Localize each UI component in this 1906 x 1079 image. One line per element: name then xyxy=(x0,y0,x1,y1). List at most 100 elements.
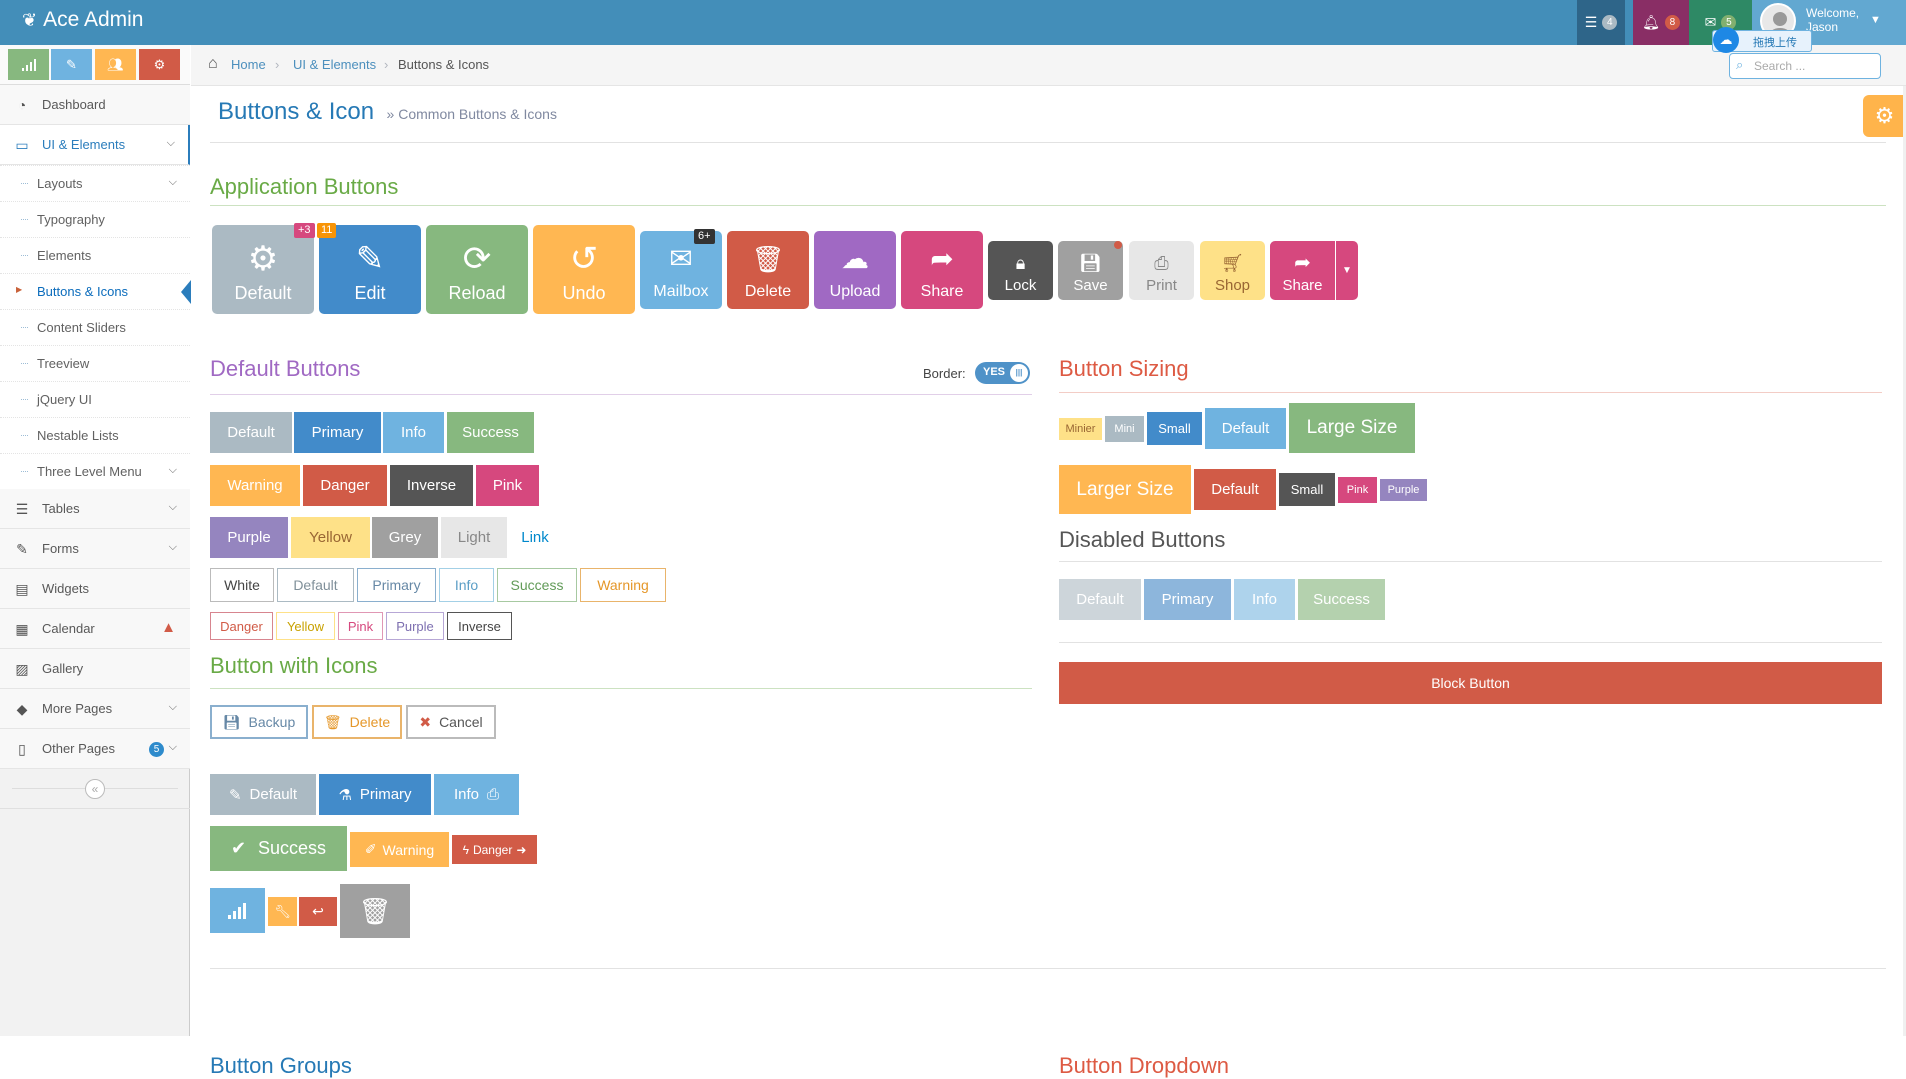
btn-danger[interactable]: Danger xyxy=(303,465,387,506)
signal-icon xyxy=(21,58,36,71)
btn-size-small[interactable]: Small xyxy=(1147,412,1202,445)
btn-white-default[interactable]: Default xyxy=(277,568,354,602)
app-button-edit[interactable]: ✎ Edit xyxy=(319,225,421,314)
btn-pink[interactable]: Pink xyxy=(476,465,539,506)
btn-size-default[interactable]: Default xyxy=(1205,408,1286,449)
app-button-share[interactable]: ➦ Share xyxy=(901,231,983,309)
sidebar-subitem-content-sliders[interactable]: Content Sliders xyxy=(0,309,190,345)
sidebar-item-other-pages[interactable]: ▯ Other Pages 5 ⌵ xyxy=(0,729,190,769)
sidebar-item-widgets[interactable]: ▤ Widgets xyxy=(0,569,190,609)
sidebar-item-gallery[interactable]: ▨ Gallery xyxy=(0,649,190,689)
sidebar-subitem-buttons-icons[interactable]: ▶ Buttons & Icons xyxy=(0,273,191,309)
wrench-button[interactable]: 🔧︎ xyxy=(268,897,297,926)
double-angle-left-icon[interactable]: « xyxy=(85,779,105,799)
sidebar-subitem-typography[interactable]: Typography xyxy=(0,201,190,237)
btn-size-purple[interactable]: Purple xyxy=(1380,479,1427,501)
btn-white-white[interactable]: White xyxy=(210,568,274,602)
sidebar-subitem-jquery-ui[interactable]: jQuery UI xyxy=(0,381,190,417)
arrow-right-icon: ➜ xyxy=(516,842,527,857)
share-dropdown-toggle[interactable]: ▼ xyxy=(1336,241,1358,300)
btn-size-larger[interactable]: Larger Size xyxy=(1059,465,1191,514)
breadcrumb-ui-elements[interactable]: UI & Elements xyxy=(293,57,376,72)
btn-size-small-inverse[interactable]: Small xyxy=(1279,473,1335,506)
btn-link[interactable]: Link xyxy=(510,517,560,558)
shortcut-stats[interactable] xyxy=(8,49,49,80)
breadcrumb-home[interactable]: Home xyxy=(231,57,266,72)
btn-white-warning[interactable]: Warning xyxy=(580,568,666,602)
btn-success[interactable]: Success xyxy=(447,412,534,453)
app-button-undo[interactable]: ↺ Undo xyxy=(533,225,635,314)
shortcut-users[interactable]: 👥︎ xyxy=(95,49,136,80)
btn-white-primary[interactable]: Primary xyxy=(357,568,436,602)
app-button-lock[interactable]: 🔒︎ Lock xyxy=(988,241,1053,300)
btn-size-mini[interactable]: Mini xyxy=(1105,416,1144,442)
app-button-save[interactable]: 💾︎ Save xyxy=(1058,241,1123,300)
border-toggle[interactable]: YES ||| xyxy=(975,362,1030,384)
badge-6plus: 6+ xyxy=(694,229,715,244)
sidebar-item-ui-elements[interactable]: ▭ UI & Elements ⌵ xyxy=(0,125,190,165)
tasks-button[interactable]: ☰ 4 xyxy=(1577,0,1625,45)
btn-size-default-danger[interactable]: Default xyxy=(1194,469,1276,510)
sidebar-item-more-pages[interactable]: ◆ More Pages ⌵ xyxy=(0,689,190,729)
btn-warning[interactable]: Warning xyxy=(210,465,300,506)
app-button-delete[interactable]: 🗑︎ Delete xyxy=(727,231,809,309)
btn-white-yellow[interactable]: Yellow xyxy=(276,612,335,640)
welcome-text: Welcome, Jason xyxy=(1806,6,1860,34)
settings-toggle[interactable]: ⚙ xyxy=(1863,95,1906,137)
btn-primary[interactable]: Primary xyxy=(294,412,381,453)
icon-btn-info[interactable]: Info ⎙ xyxy=(434,774,519,815)
btn-grey[interactable]: Grey xyxy=(372,517,438,558)
app-button-upload[interactable]: ☁ Upload xyxy=(814,231,896,309)
btn-white-danger[interactable]: Danger xyxy=(210,612,273,640)
sidebar-item-tables[interactable]: ☰ Tables ⌵ xyxy=(0,489,190,529)
btn-white-purple[interactable]: Purple xyxy=(386,612,444,640)
delete-button[interactable]: 🗑︎ Delete xyxy=(312,705,402,739)
btn-size-minier[interactable]: Minier xyxy=(1059,418,1102,440)
btn-light[interactable]: Light xyxy=(441,517,507,558)
brand-logo[interactable]: ❦ Ace Admin xyxy=(22,8,143,32)
icon-btn-primary[interactable]: ⚗ Primary xyxy=(319,774,431,815)
signal-button[interactable] xyxy=(210,888,265,933)
app-button-reload[interactable]: ⟳ Reload xyxy=(426,225,528,314)
icon-btn-warning[interactable]: ✐ Warning xyxy=(350,832,449,867)
notifications-button[interactable]: 🔔︎ 8 xyxy=(1633,0,1689,45)
sidebar: ✎ 👥︎ ⚙ ◔ Dashboard ▭ UI & Elements ⌵ Lay… xyxy=(0,45,191,1036)
sidebar-collapse: « xyxy=(0,769,190,809)
backup-button[interactable]: 💾︎ Backup xyxy=(210,705,308,739)
sidebar-item-dashboard[interactable]: ◔ Dashboard xyxy=(0,85,190,125)
active-arrow xyxy=(181,280,191,304)
app-button-print[interactable]: ⎙ Print xyxy=(1129,241,1194,300)
btn-white-pink[interactable]: Pink xyxy=(338,612,383,640)
app-button-shop[interactable]: 🛒︎ Shop xyxy=(1200,241,1265,300)
btn-white-info[interactable]: Info xyxy=(439,568,494,602)
sidebar-item-forms[interactable]: ✎ Forms ⌵ xyxy=(0,529,190,569)
app-button-share-split[interactable]: ➦ Share xyxy=(1270,241,1335,300)
btn-white-inverse[interactable]: Inverse xyxy=(447,612,512,640)
icon-btn-danger[interactable]: ϟ Danger ➜ xyxy=(452,835,537,864)
sidebar-subitem-layouts[interactable]: Layouts ⌵ xyxy=(0,165,190,201)
btn-white-success[interactable]: Success xyxy=(497,568,577,602)
block-button[interactable]: Block Button xyxy=(1059,662,1882,704)
icon-btn-default[interactable]: ✎ Default xyxy=(210,774,316,815)
trash-button[interactable]: 🗑︎ xyxy=(340,884,410,938)
reply-button[interactable]: ↩ xyxy=(299,897,337,926)
sidebar-subitem-nestable-lists[interactable]: Nestable Lists xyxy=(0,417,190,453)
search-input[interactable]: ⌕ Search ... xyxy=(1729,53,1881,79)
shortcut-edit[interactable]: ✎ xyxy=(51,49,92,80)
btn-purple[interactable]: Purple xyxy=(210,517,288,558)
btn-yellow[interactable]: Yellow xyxy=(291,517,370,558)
btn-size-pink[interactable]: Pink xyxy=(1338,477,1377,503)
sidebar-subitem-three-level-menu[interactable]: Three Level Menu ⌵ xyxy=(0,453,190,489)
sidebar-item-calendar[interactable]: ▦ Calendar ▲ xyxy=(0,609,190,649)
sidebar-subitem-treeview[interactable]: Treeview xyxy=(0,345,190,381)
btn-size-large[interactable]: Large Size xyxy=(1289,403,1415,453)
sidebar-subitem-elements[interactable]: Elements xyxy=(0,237,190,273)
icon-btn-success[interactable]: ✔ Success xyxy=(210,826,347,871)
btn-inverse[interactable]: Inverse xyxy=(390,465,473,506)
btn-info[interactable]: Info xyxy=(383,412,444,453)
btn-default[interactable]: Default xyxy=(210,412,292,453)
upload-widget[interactable]: ☁ 拖拽上传 xyxy=(1712,27,1812,53)
shortcut-settings[interactable]: ⚙ xyxy=(139,49,180,80)
app-button-default[interactable]: ⚙ Default xyxy=(212,225,314,314)
cancel-button[interactable]: ✖ Cancel xyxy=(406,705,496,739)
